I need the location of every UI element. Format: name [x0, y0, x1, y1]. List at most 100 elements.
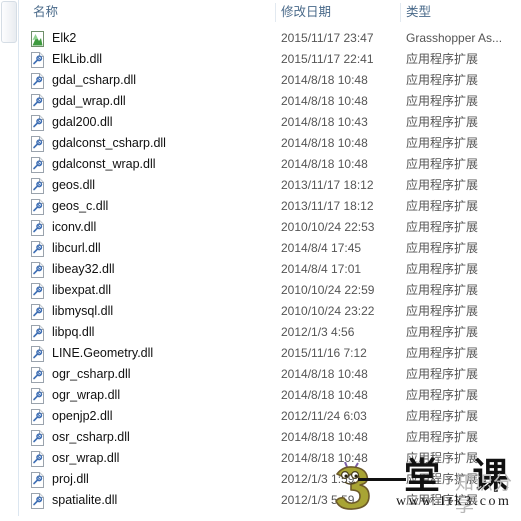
file-name[interactable]: Elk2 [52, 28, 76, 49]
dll-file-icon [30, 451, 45, 467]
file-row[interactable]: geos.dll 2013/11/17 18:12 应用程序扩展 [19, 175, 521, 196]
file-type: 应用程序扩展 [406, 367, 479, 381]
file-row[interactable]: Elk2 2015/11/17 23:47 Grasshopper As... [19, 28, 521, 49]
column-header-row: 名称 修改日期 类型 [19, 0, 521, 25]
file-row[interactable]: iconv.dll 2010/10/24 22:53 应用程序扩展 [19, 217, 521, 238]
file-row[interactable]: gdal200.dll 2014/8/18 10:43 应用程序扩展 [19, 112, 521, 133]
dll-file-icon [30, 157, 45, 173]
file-row[interactable]: libcurl.dll 2014/8/4 17:45 应用程序扩展 [19, 238, 521, 259]
file-type: 应用程序扩展 [406, 472, 479, 486]
dll-file-icon [30, 262, 45, 278]
file-type: 应用程序扩展 [406, 94, 479, 108]
file-name[interactable]: LINE.Geometry.dll [52, 343, 153, 364]
file-name[interactable]: libeay32.dll [52, 259, 115, 280]
file-type: 应用程序扩展 [406, 52, 479, 66]
dll-file-icon [30, 199, 45, 215]
file-row[interactable]: ogr_wrap.dll 2014/8/18 10:48 应用程序扩展 [19, 385, 521, 406]
file-type: 应用程序扩展 [406, 241, 479, 255]
file-name[interactable]: ElkLib.dll [52, 49, 102, 70]
file-name[interactable]: gdalconst_wrap.dll [52, 154, 156, 175]
file-date-modified: 2012/1/3 1:59 [281, 472, 355, 486]
file-row[interactable]: proj.dll 2012/1/3 1:59 应用程序扩展 [19, 469, 521, 490]
file-row[interactable]: libeay32.dll 2014/8/4 17:01 应用程序扩展 [19, 259, 521, 280]
file-date-modified: 2014/8/18 10:48 [281, 430, 368, 444]
file-date-modified: 2015/11/16 7:12 [281, 346, 367, 360]
file-type: 应用程序扩展 [406, 283, 479, 297]
file-name[interactable]: gdal_csharp.dll [52, 70, 136, 91]
file-date-modified: 2015/11/17 22:41 [281, 52, 374, 66]
dll-file-icon [30, 94, 45, 110]
dll-file-icon [30, 73, 45, 89]
column-header-name[interactable]: 名称 [33, 0, 58, 25]
file-type: Grasshopper As... [406, 31, 503, 45]
file-row[interactable]: ogr_csharp.dll 2014/8/18 10:48 应用程序扩展 [19, 364, 521, 385]
file-date-modified: 2014/8/18 10:48 [281, 157, 368, 171]
file-row[interactable]: osr_wrap.dll 2014/8/18 10:48 应用程序扩展 [19, 448, 521, 469]
file-list[interactable]: Elk2 2015/11/17 23:47 Grasshopper As... Elk… [19, 28, 521, 516]
file-date-modified: 2014/8/18 10:48 [281, 136, 368, 150]
file-row[interactable]: gdal_csharp.dll 2014/8/18 10:48 应用程序扩展 [19, 70, 521, 91]
file-type: 应用程序扩展 [406, 157, 479, 171]
file-name[interactable]: libmysql.dll [52, 301, 113, 322]
dll-file-icon [30, 304, 45, 320]
file-name[interactable]: ogr_csharp.dll [52, 364, 131, 385]
file-name[interactable]: geos_c.dll [52, 196, 108, 217]
file-name[interactable]: gdal200.dll [52, 112, 112, 133]
file-row[interactable]: gdalconst_csharp.dll 2014/8/18 10:48 应用程序扩… [19, 133, 521, 154]
dll-file-icon [30, 493, 45, 509]
file-date-modified: 2010/10/24 23:22 [281, 304, 375, 318]
file-row[interactable]: osr_csharp.dll 2014/8/18 10:48 应用程序扩展 [19, 427, 521, 448]
file-row[interactable]: ElkLib.dll 2015/11/17 22:41 应用程序扩展 [19, 49, 521, 70]
file-name[interactable]: proj.dll [52, 469, 89, 490]
file-date-modified: 2013/11/17 18:12 [281, 199, 374, 213]
file-row[interactable]: spatialite.dll 2012/1/3 5:59 应用程序扩展 [19, 490, 521, 511]
column-separator-1[interactable] [275, 3, 276, 22]
file-type: 应用程序扩展 [406, 409, 479, 423]
file-row[interactable]: libmysql.dll 2010/10/24 23:22 应用程序扩展 [19, 301, 521, 322]
file-row[interactable]: gdal_wrap.dll 2014/8/18 10:48 应用程序扩展 [19, 91, 521, 112]
file-name[interactable]: spatialite.dll [52, 490, 117, 511]
file-date-modified: 2014/8/18 10:48 [281, 451, 368, 465]
file-date-modified: 2014/8/18 10:48 [281, 94, 368, 108]
file-type: 应用程序扩展 [406, 325, 479, 339]
file-date-modified: 2014/8/18 10:48 [281, 367, 368, 381]
file-date-modified: 2014/8/18 10:48 [281, 388, 368, 402]
dll-file-icon [30, 52, 45, 68]
file-row[interactable]: libexpat.dll 2010/10/24 22:59 应用程序扩展 [19, 280, 521, 301]
column-header-date-modified[interactable]: 修改日期 [281, 0, 331, 25]
file-name[interactable]: gdal_wrap.dll [52, 91, 126, 112]
file-name[interactable]: libpq.dll [52, 322, 94, 343]
file-type: 应用程序扩展 [406, 115, 479, 129]
file-name[interactable]: iconv.dll [52, 217, 96, 238]
file-name[interactable]: osr_csharp.dll [52, 427, 130, 448]
file-name[interactable]: libcurl.dll [52, 238, 101, 259]
file-name[interactable]: geos.dll [52, 175, 95, 196]
column-separator-2[interactable] [400, 3, 401, 22]
file-name[interactable]: openjp2.dll [52, 406, 112, 427]
file-row[interactable]: openjp2.dll 2012/11/24 6:03 应用程序扩展 [19, 406, 521, 427]
file-name[interactable]: ogr_wrap.dll [52, 385, 120, 406]
file-date-modified: 2012/1/3 4:56 [281, 325, 355, 339]
dll-file-icon [30, 472, 45, 488]
left-gutter [0, 0, 19, 516]
dll-file-icon [30, 346, 45, 362]
grasshopper-assembly-icon [30, 31, 45, 47]
file-row[interactable]: gdalconst_wrap.dll 2014/8/18 10:48 应用程序扩展 [19, 154, 521, 175]
file-row[interactable]: geos_c.dll 2013/11/17 18:12 应用程序扩展 [19, 196, 521, 217]
file-type: 应用程序扩展 [406, 388, 479, 402]
file-row[interactable]: LINE.Geometry.dll 2015/11/16 7:12 应用程序扩展 [19, 343, 521, 364]
file-date-modified: 2014/8/18 10:43 [281, 115, 368, 129]
dll-file-icon [30, 409, 45, 425]
file-name[interactable]: libexpat.dll [52, 280, 111, 301]
file-name[interactable]: osr_wrap.dll [52, 448, 119, 469]
file-type: 应用程序扩展 [406, 73, 479, 87]
file-type: 应用程序扩展 [406, 346, 479, 360]
file-name[interactable]: gdalconst_csharp.dll [52, 133, 166, 154]
vertical-scrollbar-thumb[interactable] [1, 1, 17, 43]
dll-file-icon [30, 178, 45, 194]
dll-file-icon [30, 220, 45, 236]
dll-file-icon [30, 115, 45, 131]
file-row[interactable]: libpq.dll 2012/1/3 4:56 应用程序扩展 [19, 322, 521, 343]
column-header-type[interactable]: 类型 [406, 0, 431, 25]
file-date-modified: 2012/11/24 6:03 [281, 409, 367, 423]
